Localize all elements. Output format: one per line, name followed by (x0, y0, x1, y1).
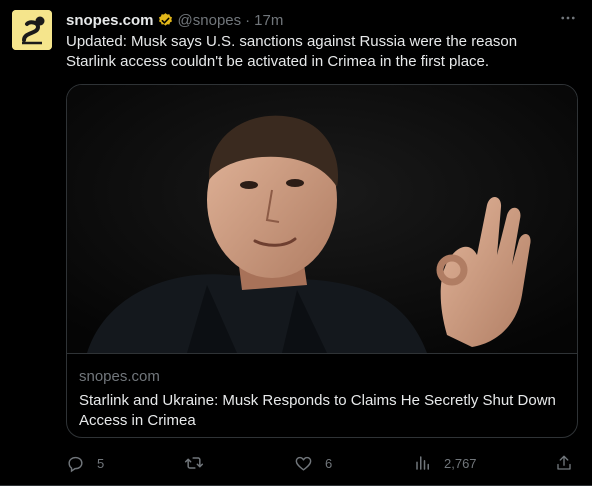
card-title: Starlink and Ukraine: Musk Responds to C… (79, 392, 556, 429)
views-button[interactable]: 2,767 (414, 452, 477, 474)
views-count: 2,767 (444, 455, 477, 471)
tweet[interactable]: snopes.com @snopes · 17m Updated: Musk s… (0, 0, 592, 486)
more-icon[interactable] (558, 8, 578, 28)
like-count: 6 (325, 455, 333, 471)
card-meta: snopes.com Starlink and Ukraine: Musk Re… (79, 367, 569, 431)
account-name[interactable]: snopes.com (66, 12, 154, 29)
card-image (67, 85, 577, 354)
like-button[interactable]: 6 (294, 452, 332, 474)
retweet-button[interactable] (184, 452, 216, 474)
avatar[interactable] (12, 10, 52, 50)
tweet-actions: 5 6 2,767 (60, 452, 580, 474)
tweet-text: Updated: Musk says U.S. sanctions agains… (66, 33, 518, 70)
tweet-timestamp[interactable]: 17m (254, 12, 283, 29)
card-domain: snopes.com (79, 368, 160, 385)
analytics-icon (414, 454, 432, 472)
link-card[interactable]: snopes.com Starlink and Ukraine: Musk Re… (66, 84, 578, 438)
heart-icon (294, 454, 313, 473)
reply-button[interactable]: 5 (66, 452, 104, 474)
share-icon (555, 454, 573, 472)
reply-icon (66, 454, 85, 473)
account-handle[interactable]: @snopes (178, 12, 242, 29)
share-button[interactable] (555, 452, 573, 474)
tweet-header: snopes.com @snopes · 17m (66, 10, 283, 30)
snopes-logo-icon (12, 10, 52, 50)
header-separator: · (245, 11, 251, 29)
reply-count: 5 (97, 455, 105, 471)
retweet-icon (184, 453, 204, 473)
verified-badge-icon (157, 12, 174, 29)
